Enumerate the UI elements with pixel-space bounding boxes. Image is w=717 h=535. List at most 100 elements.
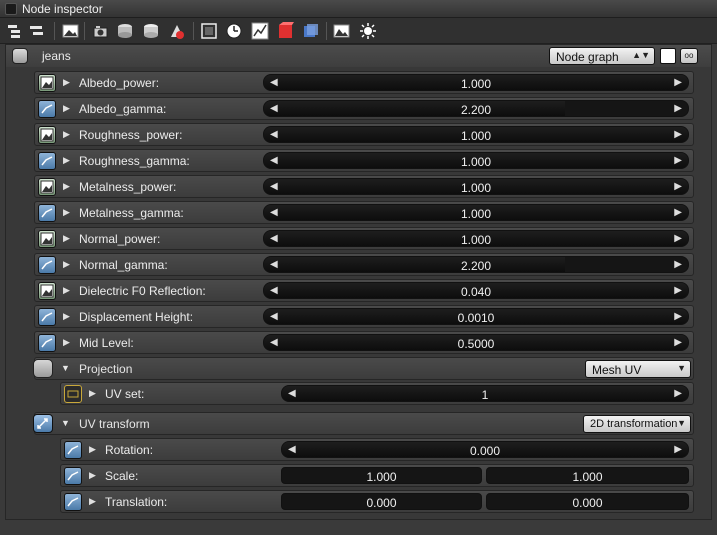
param-slider[interactable]: ◀ ▶ 1.000 [263,126,689,143]
param-slider[interactable]: ◀ ▶ 1.000 [263,152,689,169]
texture-pin-icon[interactable] [38,282,56,300]
node-color-icon[interactable] [12,48,28,64]
translation-pin-icon[interactable] [64,493,82,511]
param-slider[interactable]: ◀ ▶ 0.0010 [263,308,689,325]
color-swatch[interactable] [660,48,676,64]
param-slider[interactable]: ◀ ▶ 2.200 [263,100,689,117]
param-row: ▶ Displacement Height: ◀ ▶ 0.0010 [34,305,694,328]
expand-triangle-icon[interactable]: ▶ [89,496,96,507]
stack-icon[interactable] [116,22,134,40]
expand-icon[interactable] [6,22,24,40]
scale-x-field[interactable]: 1.000 [281,467,482,484]
image-icon[interactable] [62,22,80,40]
stack-alt-icon[interactable] [142,22,160,40]
expand-triangle-icon[interactable]: ▶ [89,444,96,455]
collapse-triangle-icon[interactable]: ▼ [61,418,70,428]
texture-pin-icon[interactable] [38,74,56,92]
expand-triangle-icon[interactable]: ▶ [63,103,70,114]
scale-label: Scale: [105,469,139,483]
param-row: ▶ Roughness_power: ◀ ▶ 1.000 [34,123,694,146]
collapse-triangle-icon[interactable]: ▼ [61,363,70,373]
red-cube-icon[interactable] [277,22,295,40]
param-slider[interactable]: ◀ ▶ 1.000 [263,178,689,195]
uv-transform-row[interactable]: ▼ UV transform 2D transformation ▼ [33,412,694,435]
translation-row: ▶ Translation: 0.000 0.000 [60,490,694,513]
param-slider[interactable]: ◀ ▶ 0.040 [263,282,689,299]
translation-label: Translation: [105,495,168,509]
link-icon[interactable]: oo [680,48,698,64]
projection-mode-select[interactable]: Mesh UV ▼ [585,360,691,378]
expand-triangle-icon[interactable]: ▶ [89,388,96,399]
param-value: 0.5000 [457,337,495,351]
param-label: Mid Level: [79,336,134,350]
close-box-icon[interactable] [5,3,17,15]
uv-transform-mode-select[interactable]: 2D transformation ▼ [583,415,691,433]
rotation-pin-icon[interactable] [64,441,82,459]
uv-set-pin-icon[interactable] [64,385,82,403]
blue-cube-icon[interactable] [302,22,320,40]
translation-x-field[interactable]: 0.000 [281,493,482,510]
expand-triangle-icon[interactable]: ▶ [89,470,96,481]
expand-triangle-icon[interactable]: ▶ [63,129,70,140]
camera-icon[interactable] [92,22,110,40]
param-row: ▶ Mid Level: ◀ ▶ 0.5000 [34,331,694,354]
float-pin-icon[interactable] [38,204,56,222]
node-header: jeans Node graph ▲▼ oo [6,45,711,67]
projection-row[interactable]: ▼ Projection Mesh UV ▼ [33,357,694,380]
param-slider[interactable]: ◀ ▶ 1.000 [263,230,689,247]
projection-mode-value: Mesh UV [592,363,642,377]
param-value: 1.000 [460,129,492,143]
param-label: Metalness_gamma: [79,206,184,220]
param-value: 1.000 [460,181,492,195]
param-slider[interactable]: ◀ ▶ 1.000 [263,204,689,221]
picture-icon[interactable] [333,22,351,40]
param-slider[interactable]: ◀ ▶ 2.200 [263,256,689,273]
expand-triangle-icon[interactable]: ▶ [63,181,70,192]
translation-y-field[interactable]: 0.000 [486,493,689,510]
window-title: Node inspector [22,2,103,16]
texture-pin-icon[interactable] [38,178,56,196]
param-slider[interactable]: ◀ ▶ 1.000 [263,74,689,91]
param-value: 1.000 [460,77,492,91]
expand-triangle-icon[interactable]: ▶ [63,77,70,88]
view-select[interactable]: Node graph ▲▼ [549,47,655,65]
param-label: Normal_gamma: [79,258,168,272]
rotation-slider[interactable]: ◀ ▶ 0.000 [281,441,689,458]
graph-icon[interactable] [251,22,269,40]
node-red-icon[interactable] [168,22,186,40]
uv-transform-pin-icon[interactable] [33,414,53,433]
expand-triangle-icon[interactable]: ▶ [63,259,70,270]
scale-row: ▶ Scale: 1.000 1.000 [60,464,694,487]
param-row: ▶ Normal_gamma: ◀ ▶ 2.200 [34,253,694,276]
rotation-value: 0.000 [469,444,501,458]
float-pin-icon[interactable] [38,256,56,274]
projection-pin-icon[interactable] [33,359,53,378]
uv-transform-mode-value: 2D transformation [590,418,678,430]
uv-set-slider[interactable]: ◀ ▶ 1 [281,385,689,402]
collapse-icon[interactable] [28,22,46,40]
uv-set-value: 1 [481,388,489,402]
scale-y-field[interactable]: 1.000 [486,467,689,484]
float-pin-icon[interactable] [38,334,56,352]
float-pin-icon[interactable] [38,308,56,326]
float-pin-icon[interactable] [38,100,56,118]
expand-triangle-icon[interactable]: ▶ [63,155,70,166]
param-label: Roughness_gamma: [79,154,190,168]
texture-pin-icon[interactable] [38,126,56,144]
translation-x-value: 0.000 [366,496,397,510]
expand-triangle-icon[interactable]: ▶ [63,207,70,218]
title-bar: Node inspector [0,0,717,18]
view-select-value: Node graph [556,50,619,64]
expand-triangle-icon[interactable]: ▶ [63,233,70,244]
param-slider[interactable]: ◀ ▶ 0.5000 [263,334,689,351]
expand-triangle-icon[interactable]: ▶ [63,337,70,348]
clock-icon[interactable] [225,22,243,40]
sun-icon[interactable] [359,22,377,40]
float-pin-icon[interactable] [38,152,56,170]
param-value: 1.000 [460,233,492,247]
scale-pin-icon[interactable] [64,467,82,485]
render-region-icon[interactable] [200,22,218,40]
expand-triangle-icon[interactable]: ▶ [63,311,70,322]
expand-triangle-icon[interactable]: ▶ [63,285,70,296]
texture-pin-icon[interactable] [38,230,56,248]
